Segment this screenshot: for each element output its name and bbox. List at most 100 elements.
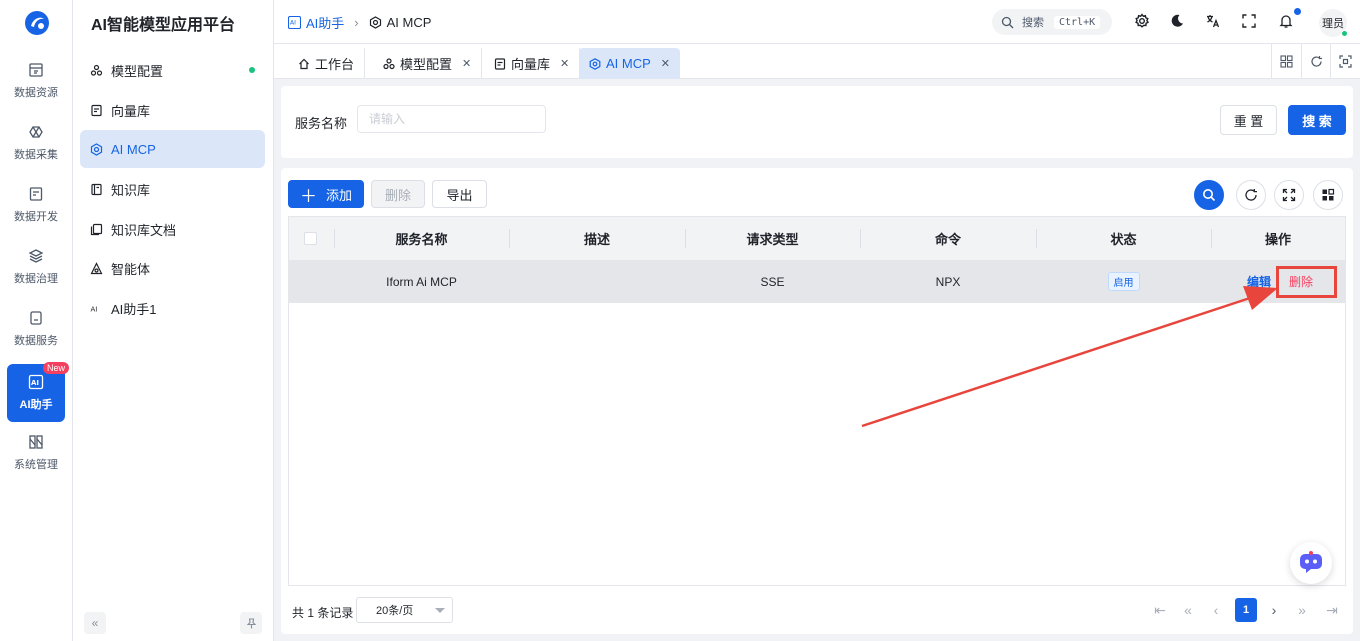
rail-item-ai-assistant[interactable]: AI AI助手 New [7, 362, 69, 422]
service-name-input[interactable] [357, 105, 546, 133]
column-header-desc: 描述 [583, 232, 610, 247]
collapse-sidebar-button[interactable]: « [84, 612, 106, 634]
mcp-icon [90, 142, 103, 156]
top-header: AI AI助手 › AI MCP 搜索 Ctrl+K 理员 [274, 0, 1360, 44]
column-settings-button[interactable] [1313, 180, 1343, 210]
tab-label: AI MCP [606, 56, 651, 71]
double-chevron-left-icon: « [1184, 602, 1192, 618]
next-page-button[interactable]: › [1263, 598, 1285, 622]
table-card: ＋ 添加 删除 导出 服务名称 描述 请求类型 命令 状态 操作 Iform A… [281, 168, 1353, 634]
reset-button[interactable]: 重 置 [1220, 105, 1277, 135]
delete-button[interactable]: 删除 [371, 180, 425, 208]
rail-item-label: 系统管理 [14, 459, 58, 471]
page-size-select[interactable]: 20条/页 [356, 597, 453, 623]
fullscreen-button[interactable] [1241, 13, 1259, 31]
rail-item-data-develop[interactable]: 数据开发 [7, 176, 65, 234]
select-all-checkbox[interactable] [304, 232, 317, 245]
home-icon [299, 58, 309, 69]
annotation-highlight-box [1276, 266, 1337, 298]
maximize-icon [1339, 55, 1352, 68]
system-icon [29, 435, 43, 449]
sidebar-item-label: 知识库 [111, 182, 151, 198]
table-row[interactable]: Iform Ai MCP SSE NPX 启用 编辑 删除 [289, 260, 1345, 303]
tab-maximize-button[interactable] [1330, 44, 1360, 79]
search-button[interactable]: 搜 索 [1288, 105, 1346, 135]
last-page-icon: ⇥ [1326, 601, 1338, 618]
cell-command: NPX [935, 274, 961, 289]
tab-model-config[interactable]: 模型配置 ✕ [373, 48, 483, 79]
develop-icon [29, 187, 43, 201]
notification-button[interactable] [1278, 8, 1301, 31]
sidebar-item-kb-docs[interactable]: 知识库文档 [80, 210, 265, 248]
notification-dot [1294, 8, 1301, 15]
sidebar-item-knowledge-base[interactable]: 知识库 [80, 170, 265, 208]
close-icon[interactable]: ✕ [462, 57, 471, 70]
sidebar-item-ai-assistant-1[interactable]: AI AI助手1 [80, 289, 265, 327]
ai-icon: AI [288, 16, 301, 29]
prev-page-button[interactable]: ‹ [1205, 598, 1227, 622]
left-rail: 数据资源 数据采集 数据开发 数据治理 数据服务 AI AI助手 New 系统管… [0, 0, 73, 641]
breadcrumb-item-ai-assistant[interactable]: AI AI助手 [288, 13, 344, 32]
tab-vector-store[interactable]: 向量库 ✕ [484, 48, 581, 79]
cell-description [509, 260, 685, 303]
sidebar-item-agent[interactable]: 智能体 [80, 249, 265, 287]
rail-item-system[interactable]: 系统管理 [7, 424, 65, 482]
tab-label: 向量库 [511, 57, 551, 72]
prev-group-button[interactable]: « [1177, 598, 1199, 622]
tab-ai-mcp[interactable]: AI MCP ✕ [579, 48, 681, 79]
first-page-button[interactable]: ⇤ [1149, 598, 1171, 622]
tab-grid-button[interactable] [1271, 44, 1301, 79]
bell-icon [1279, 15, 1293, 28]
chat-assistant-button[interactable] [1290, 542, 1332, 584]
edit-link[interactable]: 编辑 [1246, 260, 1272, 303]
status-dot [249, 67, 255, 73]
tab-refresh-button[interactable] [1301, 44, 1331, 79]
database-icon [29, 63, 43, 77]
cell-status: 启用 [1036, 260, 1211, 303]
tab-workbench[interactable]: 工作台 [288, 48, 366, 79]
close-icon[interactable]: ✕ [661, 57, 670, 70]
gear-icon [1135, 13, 1149, 28]
export-button[interactable]: 导出 [432, 180, 487, 208]
pin-sidebar-button[interactable] [240, 612, 262, 634]
grid-icon [1322, 188, 1335, 201]
settings-button[interactable] [1134, 13, 1152, 31]
double-chevron-right-icon: » [1298, 602, 1306, 618]
avatar[interactable]: 理员 [1319, 9, 1348, 37]
column-header-status: 状态 [1110, 232, 1137, 247]
sidebar-item-label: 向量库 [111, 103, 151, 119]
plus-icon: ＋ [299, 186, 317, 206]
toggle-search-button[interactable] [1194, 180, 1224, 210]
rail-item-data-governance[interactable]: 数据治理 [7, 238, 65, 296]
sidebar-title: AI智能模型应用平台 [91, 17, 236, 34]
model-icon [90, 64, 103, 76]
fullscreen-table-button[interactable] [1274, 180, 1304, 210]
breadcrumb-label: AI助手 [306, 16, 345, 31]
rail-item-data-service[interactable]: 数据服务 [7, 300, 65, 358]
ai-text-icon: AI [91, 305, 98, 313]
tab-label: 工作台 [315, 57, 355, 72]
chat-bot-icon [1300, 551, 1322, 573]
rail-item-label: 数据资源 [14, 87, 58, 99]
document-icon [494, 57, 506, 70]
close-icon[interactable]: ✕ [560, 57, 569, 70]
refresh-table-button[interactable] [1236, 180, 1266, 210]
table-header: 服务名称 描述 请求类型 命令 状态 操作 [289, 217, 1345, 260]
global-search[interactable]: 搜索 Ctrl+K [992, 9, 1112, 35]
rail-item-data-collect[interactable]: 数据采集 [7, 114, 65, 172]
last-page-button[interactable]: ⇥ [1321, 598, 1343, 622]
dark-mode-toggle[interactable] [1169, 13, 1187, 31]
search-icon [1203, 189, 1216, 202]
sidebar-item-model-config[interactable]: 模型配置 [80, 51, 265, 89]
layers-icon [28, 249, 44, 263]
pin-icon [246, 617, 256, 628]
page-number-current[interactable]: 1 [1235, 598, 1257, 622]
next-group-button[interactable]: » [1291, 598, 1313, 622]
language-button[interactable] [1205, 13, 1223, 31]
sidebar-item-vector-store[interactable]: 向量库 [80, 91, 265, 129]
add-button[interactable]: ＋ 添加 [288, 180, 364, 208]
rail-item-data-resource[interactable]: 数据资源 [7, 52, 65, 110]
chevron-right-icon: › [354, 15, 359, 30]
svg-text:AI: AI [290, 20, 296, 27]
sidebar-item-ai-mcp[interactable]: AI MCP [80, 130, 265, 168]
